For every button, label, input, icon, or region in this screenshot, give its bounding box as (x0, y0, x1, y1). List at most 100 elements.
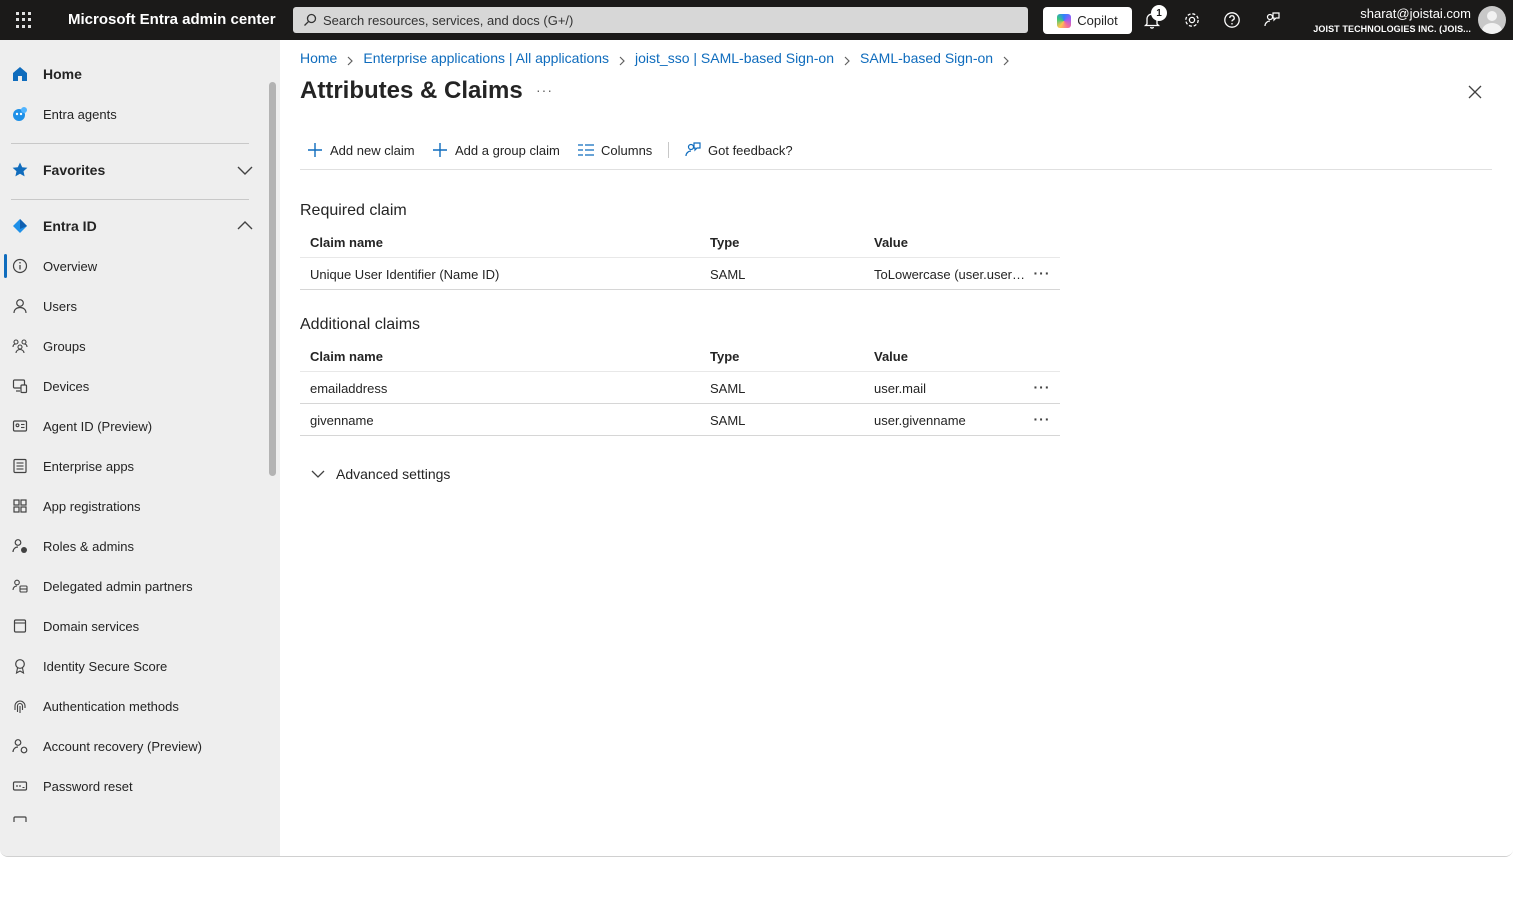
entra-agents-icon (11, 105, 29, 123)
button-label: Got feedback? (708, 142, 793, 158)
sidebar-item-identity-secure-score[interactable]: Identity Secure Score (0, 648, 262, 684)
notification-badge: 1 (1151, 5, 1167, 21)
brand-title[interactable]: Microsoft Entra admin center (68, 11, 276, 28)
plus-icon (306, 141, 324, 159)
enterprise-apps-icon (11, 457, 29, 475)
sidebar-item-partial[interactable] (0, 808, 262, 822)
claim-type-cell: SAML (710, 413, 746, 428)
entra-id-icon (11, 217, 29, 235)
sidebar-item-label: Favorites (43, 162, 106, 178)
feedback-button[interactable]: Got feedback? (684, 138, 793, 162)
app-registrations-icon (11, 497, 29, 515)
sidebar-item-label: Overview (43, 258, 98, 274)
required-claim-heading: Required claim (300, 202, 407, 219)
copilot-button[interactable]: Copilot (1043, 7, 1132, 34)
account-recovery-icon (11, 737, 29, 755)
account-info[interactable]: sharat@joistai.com JOIST TECHNOLOGIES IN… (1313, 5, 1471, 36)
copilot-label: Copilot (1077, 13, 1118, 28)
table-row[interactable]: givenname SAML user.givenname ··· (300, 404, 1060, 436)
row-more-icon[interactable]: ··· (1030, 264, 1054, 282)
main-content: Home Enterprise applications | All appli… (280, 40, 1513, 856)
home-icon (11, 65, 29, 83)
table-row[interactable]: emailaddress SAML user.mail ··· (300, 372, 1060, 404)
sidebar-item-label: Devices (43, 378, 90, 394)
avatar[interactable] (1478, 6, 1506, 34)
trophy-icon (11, 657, 29, 675)
chevron-right-icon (1001, 53, 1011, 66)
column-header-type: Type (710, 235, 740, 250)
sidebar-item-app-registrations[interactable]: App registrations (0, 488, 262, 524)
columns-button[interactable]: Columns (577, 138, 652, 162)
search-input[interactable] (323, 12, 1003, 28)
sidebar-item-label: Agent ID (Preview) (43, 418, 153, 434)
roles-icon (11, 537, 29, 555)
claim-value-cell: user.mail (874, 381, 927, 396)
chevron-right-icon (345, 53, 355, 66)
button-label: Add a group claim (455, 142, 560, 158)
column-header-value: Value (874, 235, 908, 250)
row-more-icon[interactable]: ··· (1030, 378, 1054, 396)
close-icon[interactable] (1467, 84, 1483, 100)
sidebar-item-domain-services[interactable]: Domain services (0, 608, 262, 644)
additional-claims-heading: Additional claims (300, 316, 421, 333)
column-header-type: Type (710, 349, 740, 364)
sidebar-item-roles-admins[interactable]: Roles & admins (0, 528, 262, 564)
sidebar-scrollbar[interactable] (269, 82, 276, 476)
table-header-row: Claim name Type Value (300, 340, 1060, 372)
sidebar-item-favorites[interactable]: Favorites (0, 152, 262, 188)
devices-icon (11, 377, 29, 395)
table-row[interactable]: Unique User Identifier (Name ID) SAML To… (300, 258, 1060, 290)
row-more-icon[interactable]: ··· (1030, 410, 1054, 428)
sidebar-item-authentication-methods[interactable]: Authentication methods (0, 688, 262, 724)
sidebar-item-password-reset[interactable]: Password reset (0, 768, 262, 804)
app-window: Microsoft Entra admin center Copilot 1 s… (0, 0, 1513, 857)
chevron-down-icon[interactable] (236, 161, 254, 179)
advanced-settings-toggle[interactable]: Advanced settings (310, 466, 450, 482)
sidebar-item-account-recovery[interactable]: Account recovery (Preview) (0, 728, 262, 764)
sidebar-item-label: Password reset (43, 778, 133, 794)
sidebar-item-label: Entra ID (43, 218, 97, 234)
sidebar-item-label: Enterprise apps (43, 458, 135, 474)
sidebar-item-label: Users (43, 298, 77, 314)
top-bar: Microsoft Entra admin center Copilot 1 s… (0, 0, 1513, 40)
sidebar-item-groups[interactable]: Groups (0, 328, 262, 364)
claim-type-cell: SAML (710, 381, 746, 396)
command-bar: Add new claim Add a group claim Columns … (300, 138, 1492, 170)
sidebar-item-home[interactable]: Home (0, 56, 262, 92)
divider (11, 143, 249, 144)
copilot-icon (1057, 13, 1072, 28)
sidebar-item-label: Identity Secure Score (43, 658, 168, 674)
sidebar-item-label: Roles & admins (43, 538, 135, 554)
additional-claims-table: Claim name Type Value emailaddress SAML … (300, 340, 1060, 436)
sidebar-item-entra-id[interactable]: Entra ID (0, 208, 262, 244)
sidebar-item-enterprise-apps[interactable]: Enterprise apps (0, 448, 262, 484)
sidebar-item-label: Entra agents (43, 106, 117, 122)
account-tenant: JOIST TECHNOLOGIES INC. (JOIS... (1313, 24, 1471, 34)
add-group-claim-button[interactable]: Add a group claim (431, 138, 560, 162)
sidebar-item-agent-id[interactable]: Agent ID (Preview) (0, 408, 262, 444)
breadcrumb-enterprise-applications[interactable]: Enterprise applications | All applicatio… (363, 50, 609, 66)
column-header-value: Value (874, 349, 908, 364)
help-icon[interactable] (1222, 10, 1242, 30)
sidebar-item-label: Home (43, 66, 82, 82)
more-options-icon[interactable]: ··· (536, 82, 553, 98)
star-icon (11, 161, 29, 179)
app-launcher-icon[interactable] (14, 10, 34, 30)
feedback-icon[interactable] (1262, 10, 1282, 30)
sidebar-item-users[interactable]: Users (0, 288, 262, 324)
breadcrumb-joist-sso[interactable]: joist_sso | SAML-based Sign-on (635, 50, 834, 66)
sidebar: Home Entra agents Favorites Entra ID Ove… (0, 40, 280, 856)
breadcrumb-home[interactable]: Home (300, 50, 337, 66)
feedback-icon (684, 141, 702, 159)
add-new-claim-button[interactable]: Add new claim (306, 138, 415, 162)
sidebar-item-entra-agents[interactable]: Entra agents (0, 96, 262, 132)
chevron-up-icon[interactable] (236, 217, 254, 235)
breadcrumb-saml-sign-on[interactable]: SAML-based Sign-on (860, 50, 993, 66)
chevron-right-icon (842, 53, 852, 66)
sidebar-item-devices[interactable]: Devices (0, 368, 262, 404)
partners-icon (11, 577, 29, 595)
sidebar-item-overview[interactable]: Overview (0, 248, 262, 284)
sidebar-item-delegated-admin-partners[interactable]: Delegated admin partners (0, 568, 262, 604)
global-search[interactable] (293, 7, 1028, 33)
settings-gear-icon[interactable] (1182, 10, 1202, 30)
